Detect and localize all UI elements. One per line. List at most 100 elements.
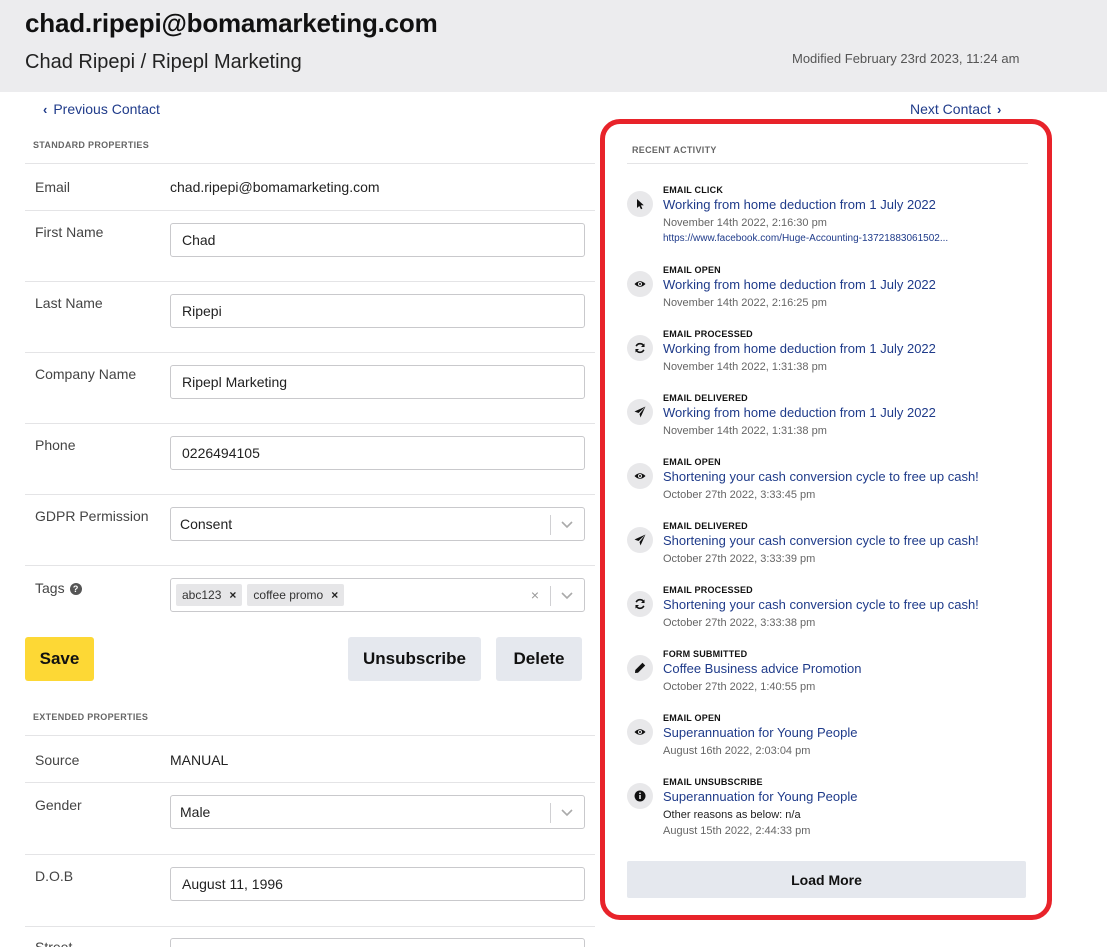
email-row: Email chad.ripepi@bomamarketing.com [25, 163, 595, 210]
activity-timestamp: August 15th 2022, 2:44:33 pm [663, 825, 811, 837]
load-more-button[interactable]: Load More [627, 861, 1026, 898]
activity-timestamp: October 27th 2022, 1:40:55 pm [663, 681, 816, 693]
tag-chip: abc123 × [176, 584, 243, 606]
tag-chip: coffee promo × [247, 584, 345, 606]
eye-icon [627, 719, 653, 745]
gdpr-selected-value: Consent [180, 516, 233, 532]
gender-label: Gender [35, 797, 82, 813]
activity-title-link[interactable]: Working from home deduction from 1 July … [663, 405, 936, 420]
tags-label-wrap: Tags? [35, 580, 82, 596]
dob-input[interactable]: August 11, 1996 [170, 867, 585, 901]
next-contact-link[interactable]: Next Contact › [910, 101, 1001, 117]
activity-title-link[interactable]: Working from home deduction from 1 July … [663, 197, 936, 212]
paper-plane-icon [627, 399, 653, 425]
activity-title-link[interactable]: Shortening your cash conversion cycle to… [663, 469, 979, 484]
activity-type: EMAIL OPEN [663, 713, 721, 723]
pencil-icon [627, 655, 653, 681]
tag-chip-label: coffee promo [253, 588, 324, 602]
refresh-icon [627, 335, 653, 361]
activity-url-link[interactable]: https://www.facebook.com/Huge-Accounting… [663, 233, 948, 244]
activity-timestamp: November 14th 2022, 2:16:25 pm [663, 297, 827, 309]
chevron-down-icon [561, 592, 573, 600]
extended-properties-heading: EXTENDED PROPERTIES [33, 712, 149, 722]
activity-timestamp: October 27th 2022, 3:33:45 pm [663, 489, 816, 501]
recent-activity-heading: RECENT ACTIVITY [632, 145, 717, 155]
activity-title-link[interactable]: Coffee Business advice Promotion [663, 661, 861, 676]
gdpr-row: GDPR Permission Consent [25, 494, 595, 565]
street-row: Street [25, 926, 595, 947]
remove-tag-icon[interactable]: × [229, 588, 236, 602]
activity-title-link[interactable]: Superannuation for Young People [663, 789, 857, 804]
tags-label: Tags [35, 580, 65, 596]
activity-note: Other reasons as below: n/a [663, 809, 801, 821]
email-value: chad.ripepi@bomamarketing.com [170, 179, 380, 195]
activity-timestamp: August 16th 2022, 2:03:04 pm [663, 745, 811, 757]
refresh-icon [627, 591, 653, 617]
activity-title-link[interactable]: Shortening your cash conversion cycle to… [663, 533, 979, 548]
clear-icon[interactable]: × [531, 587, 539, 603]
cursor-icon [627, 191, 653, 217]
modified-timestamp: Modified February 23rd 2023, 11:24 am [792, 51, 1020, 66]
question-icon[interactable]: ? [69, 583, 82, 595]
delete-button[interactable]: Delete [496, 637, 582, 681]
gender-select[interactable]: Male [170, 795, 585, 829]
first-name-row: First Name Chad [25, 210, 595, 281]
info-icon [627, 783, 653, 809]
last-name-label: Last Name [35, 295, 103, 311]
eye-icon [627, 271, 653, 297]
activity-timestamp: November 14th 2022, 2:16:30 pm [663, 217, 827, 229]
gender-row: Gender Male [25, 782, 595, 854]
street-label: Street [35, 939, 73, 947]
paper-plane-icon [627, 527, 653, 553]
company-name-row: Company Name Ripepl Marketing [25, 352, 595, 423]
company-name-input[interactable]: Ripepl Marketing [170, 365, 585, 399]
company-name-label: Company Name [35, 366, 137, 382]
activity-title-link[interactable]: Working from home deduction from 1 July … [663, 277, 936, 292]
phone-input[interactable]: 0226494105 [170, 436, 585, 470]
first-name-input[interactable]: Chad [170, 223, 585, 257]
activity-timestamp: October 27th 2022, 3:33:38 pm [663, 617, 816, 629]
chevron-down-icon [561, 521, 573, 529]
unsubscribe-button[interactable]: Unsubscribe [348, 637, 481, 681]
last-name-input[interactable]: Ripepi [170, 294, 585, 328]
remove-tag-icon[interactable]: × [331, 588, 338, 602]
email-label: Email [35, 179, 71, 195]
dob-row: D.O.B August 11, 1996 [25, 854, 595, 926]
gdpr-label: GDPR Permission [35, 508, 149, 524]
chevron-left-icon: ‹ [43, 101, 48, 117]
activity-timestamp: November 14th 2022, 1:31:38 pm [663, 361, 827, 373]
previous-contact-link[interactable]: ‹ Previous Contact [43, 101, 160, 117]
tags-multiselect[interactable]: abc123 × coffee promo × × [170, 578, 585, 612]
save-button[interactable]: Save [25, 637, 94, 681]
activity-title-link[interactable]: Shortening your cash conversion cycle to… [663, 597, 979, 612]
street-input[interactable] [170, 938, 585, 947]
chevron-right-icon: › [996, 101, 1002, 117]
activity-type: EMAIL OPEN [663, 265, 721, 275]
activity-type: EMAIL PROCESSED [663, 329, 753, 339]
divider [627, 163, 1028, 164]
activity-type: FORM SUBMITTED [663, 649, 748, 659]
recent-activity-panel: RECENT ACTIVITY EMAIL CLICK Working from… [600, 119, 1052, 920]
source-row: Source MANUAL [25, 735, 595, 782]
gdpr-select[interactable]: Consent [170, 507, 585, 541]
activity-type: EMAIL OPEN [663, 457, 721, 467]
contact-name-subtitle: Chad Ripepi / Ripepl Marketing [25, 51, 302, 73]
activity-type: EMAIL DELIVERED [663, 521, 748, 531]
first-name-label: First Name [35, 224, 104, 240]
tags-row: Tags? abc123 × coffee promo × × [25, 565, 595, 631]
activity-title-link[interactable]: Superannuation for Young People [663, 725, 857, 740]
eye-icon [627, 463, 653, 489]
select-separator [550, 586, 551, 606]
activity-timestamp: November 14th 2022, 1:31:38 pm [663, 425, 827, 437]
activity-title-link[interactable]: Working from home deduction from 1 July … [663, 341, 936, 356]
previous-contact-label: Previous Contact [53, 101, 160, 117]
next-contact-label: Next Contact [910, 101, 991, 117]
phone-label: Phone [35, 437, 76, 453]
gender-selected-value: Male [180, 804, 211, 820]
activity-timestamp: October 27th 2022, 3:33:39 pm [663, 553, 816, 565]
activity-type: EMAIL UNSUBSCRIBE [663, 777, 763, 787]
last-name-row: Last Name Ripepi [25, 281, 595, 352]
chevron-down-icon [561, 809, 573, 817]
contact-header: chad.ripepi@bomamarketing.com Chad Ripep… [0, 0, 1107, 92]
activity-type: EMAIL DELIVERED [663, 393, 748, 403]
